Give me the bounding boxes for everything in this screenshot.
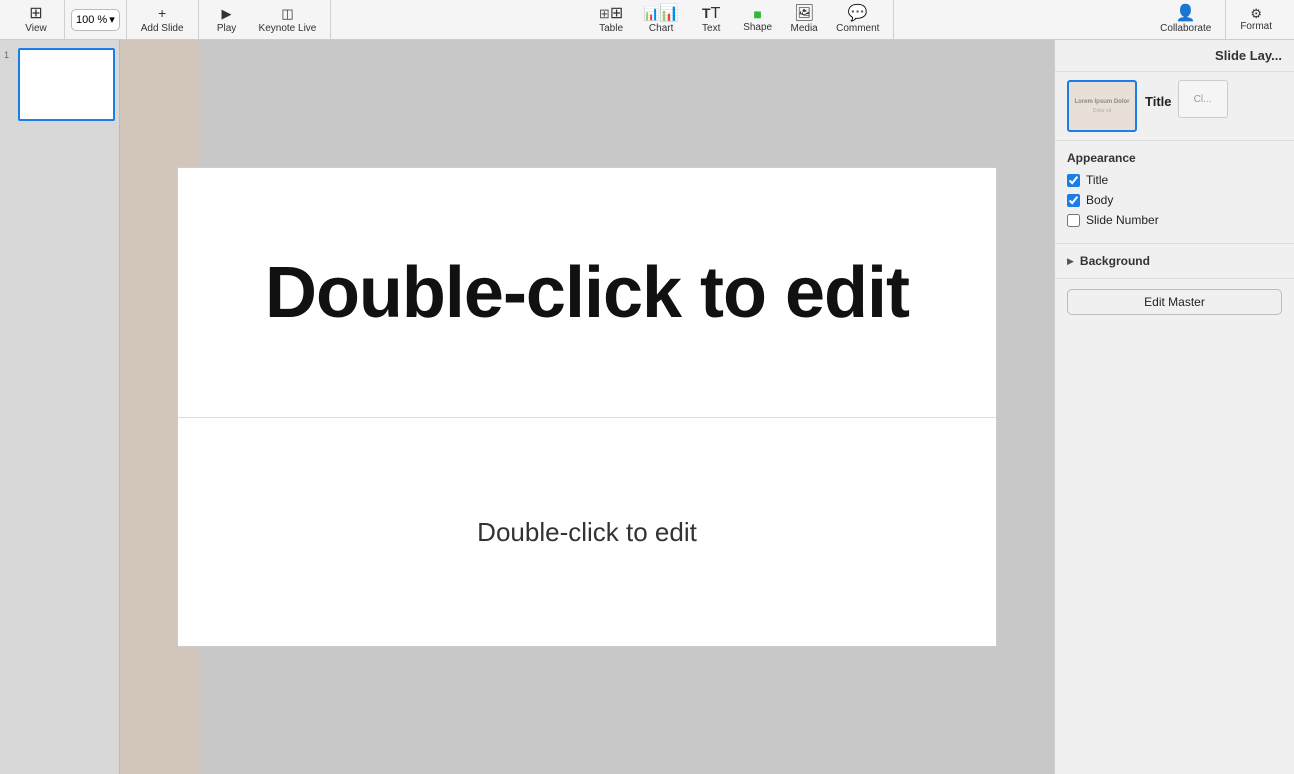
text-icon: T xyxy=(702,6,720,22)
shape-icon: ■ xyxy=(753,7,761,21)
body-checkbox[interactable] xyxy=(1067,194,1080,207)
slide-number-checkbox-label: Slide Number xyxy=(1086,213,1159,227)
view-group: View xyxy=(8,0,65,39)
collaborate-icon: 👤 xyxy=(1176,6,1196,22)
table-button[interactable]: ⊞ Table xyxy=(589,3,633,37)
slide-1-wrapper: 1 xyxy=(4,48,115,121)
keynote-live-button[interactable]: Keynote Live xyxy=(251,3,325,37)
format-group: ⚙ Format xyxy=(1226,0,1286,39)
insert-group: ⊞ Table 📊 Chart T Text ■ Shape 🖼 Media 💬… xyxy=(583,0,894,39)
slide-body-text: Double-click to edit xyxy=(477,517,697,548)
format-icon: ⚙ xyxy=(1250,7,1262,20)
layout-thumb-line1: Lorem Ipsum Dolor xyxy=(1074,99,1129,105)
second-layout-label: Cl... xyxy=(1194,94,1212,105)
view-label: View xyxy=(25,23,47,34)
slide-number-1: 1 xyxy=(4,48,14,60)
table-icon: ⊞ xyxy=(599,6,623,22)
title-checkbox-row: Title xyxy=(1067,173,1282,187)
zoom-value: 100 % xyxy=(76,14,107,26)
shape-button[interactable]: ■ Shape xyxy=(735,3,780,37)
slide-title-box[interactable]: Double-click to edit xyxy=(178,168,996,418)
slide-panel: 1 xyxy=(0,40,120,774)
view-icon xyxy=(29,6,42,22)
table-label: Table xyxy=(599,23,623,34)
media-icon: 🖼 xyxy=(794,6,814,22)
toolbar: View 100 % ▾ Add Slide Play Keynote Live… xyxy=(0,0,1294,40)
format-button[interactable]: ⚙ Format xyxy=(1232,3,1280,37)
comment-button[interactable]: 💬 Comment xyxy=(828,3,887,37)
add-slide-label: Add Slide xyxy=(141,23,184,34)
shape-label: Shape xyxy=(743,22,772,33)
text-label: Text xyxy=(702,23,720,34)
layout-thumb-cl[interactable]: Cl... xyxy=(1178,80,1228,118)
chart-label: Chart xyxy=(649,23,673,34)
play-group: Play Keynote Live xyxy=(199,0,332,39)
main-area: 1 Double-click to edit Double-click to e… xyxy=(0,40,1294,774)
panel-header: Slide Lay... xyxy=(1055,40,1294,72)
media-label: Media xyxy=(790,23,817,34)
layout-name: Title xyxy=(1145,90,1172,109)
comment-icon: 💬 xyxy=(848,6,868,22)
slide-thumbnail-1[interactable] xyxy=(18,48,115,121)
appearance-section: Appearance Title Body Slide Number xyxy=(1055,141,1294,244)
comment-label: Comment xyxy=(836,23,879,34)
edit-master-label: Edit Master xyxy=(1144,295,1205,309)
layout-thumb-line2: Dolor sit xyxy=(1093,108,1111,114)
collaborate-button[interactable]: 👤 Collaborate xyxy=(1152,3,1219,37)
chart-icon: 📊 xyxy=(643,6,679,22)
collab-group: 👤 Collaborate xyxy=(1146,0,1226,39)
title-checkbox[interactable] xyxy=(1067,174,1080,187)
format-panel: Slide Lay... Lorem Ipsum Dolor Dolor sit… xyxy=(1054,40,1294,774)
slide-canvas: Double-click to edit Double-click to edi… xyxy=(177,167,997,647)
play-icon xyxy=(222,6,232,22)
keynote-icon xyxy=(281,6,293,22)
chart-button[interactable]: 📊 Chart xyxy=(635,3,687,37)
slide-body-box[interactable]: Double-click to edit xyxy=(178,418,996,646)
zoom-chevron: ▾ xyxy=(109,13,115,26)
slide-number-checkbox-row: Slide Number xyxy=(1067,213,1282,227)
background-section: ▶ Background xyxy=(1055,244,1294,279)
text-button[interactable]: T Text xyxy=(689,3,733,37)
appearance-label: Appearance xyxy=(1067,151,1282,165)
background-label: Background xyxy=(1080,254,1150,268)
triangle-icon: ▶ xyxy=(1067,256,1074,267)
background-row[interactable]: ▶ Background xyxy=(1067,254,1282,268)
body-checkbox-label: Body xyxy=(1086,193,1113,207)
add-slide-group: Add Slide xyxy=(127,0,199,39)
format-label: Format xyxy=(1240,21,1272,32)
add-icon xyxy=(158,6,166,22)
zoom-control[interactable]: 100 % ▾ xyxy=(71,9,120,31)
canvas-area: Double-click to edit Double-click to edi… xyxy=(120,40,1054,774)
keynote-live-label: Keynote Live xyxy=(259,23,317,34)
play-label: Play xyxy=(217,23,236,34)
layout-row: Lorem Ipsum Dolor Dolor sit Title Cl... xyxy=(1055,72,1294,141)
panel-header-label: Slide Lay... xyxy=(1215,48,1282,63)
view-button[interactable]: View xyxy=(14,3,58,37)
slide-number-checkbox[interactable] xyxy=(1067,214,1080,227)
body-checkbox-row: Body xyxy=(1067,193,1282,207)
play-button[interactable]: Play xyxy=(205,3,249,37)
slide-title-text: Double-click to edit xyxy=(265,252,909,334)
collaborate-label: Collaborate xyxy=(1160,23,1211,34)
title-checkbox-label: Title xyxy=(1086,173,1108,187)
layout-thumb-title[interactable]: Lorem Ipsum Dolor Dolor sit xyxy=(1067,80,1137,132)
edit-master-button[interactable]: Edit Master xyxy=(1067,289,1282,315)
add-slide-button[interactable]: Add Slide xyxy=(133,3,192,37)
media-button[interactable]: 🖼 Media xyxy=(782,3,826,37)
zoom-group: 100 % ▾ xyxy=(65,0,127,39)
